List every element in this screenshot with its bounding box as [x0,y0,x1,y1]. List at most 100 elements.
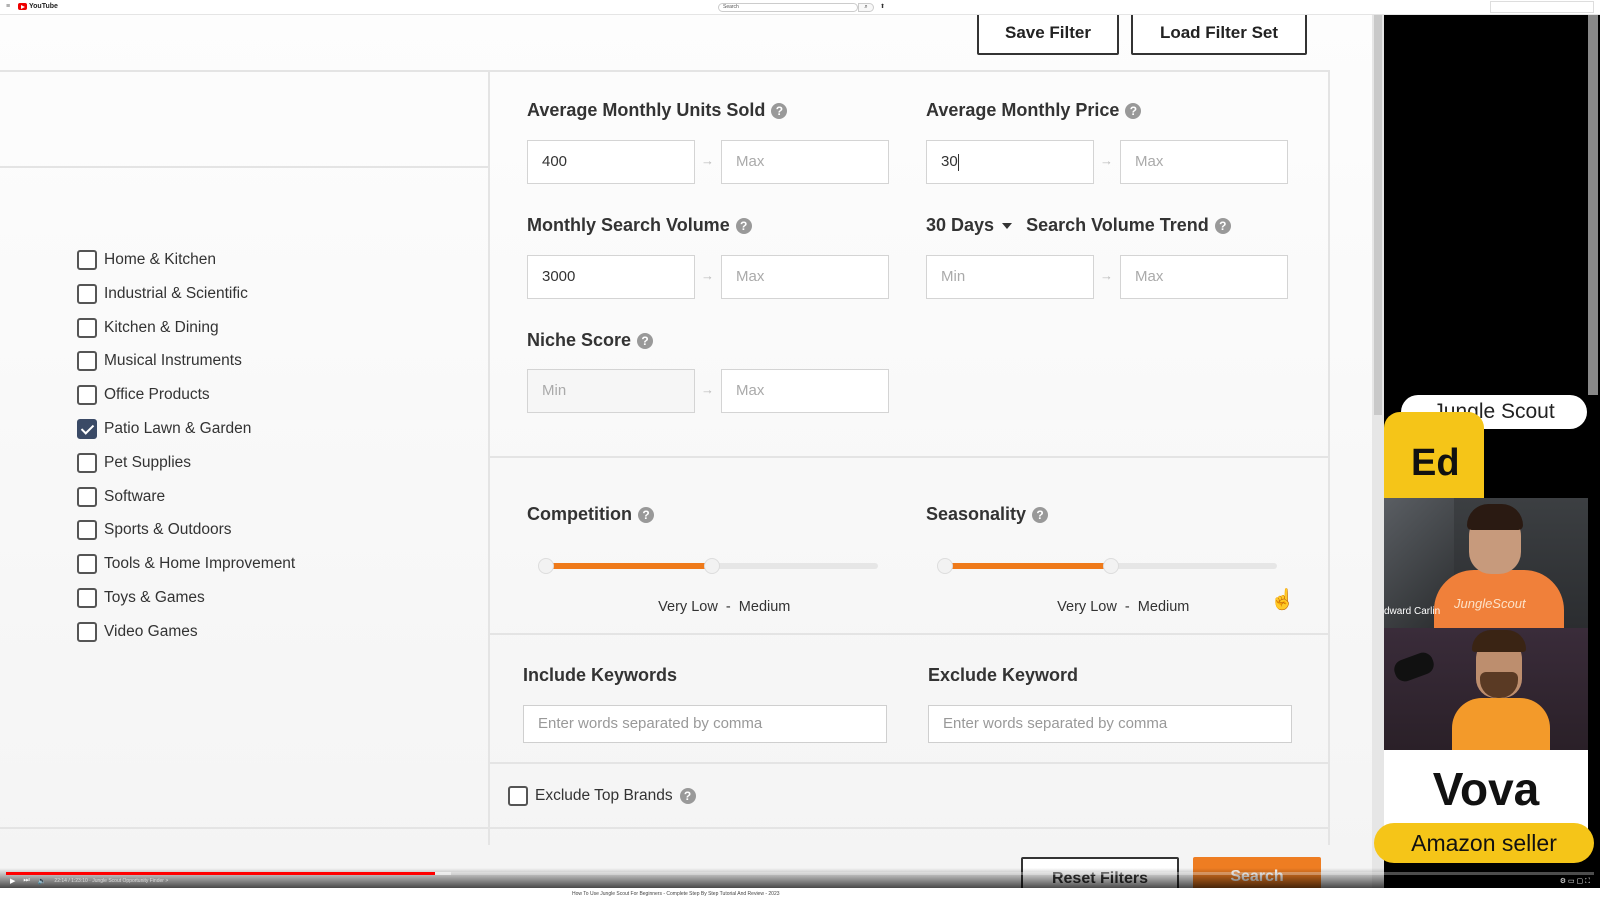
checkbox-icon[interactable] [77,283,97,304]
help-icon[interactable]: ? [771,102,788,119]
units-sold-max-input[interactable]: Max [721,140,889,184]
category-item[interactable]: Kitchen & Dining [77,317,219,339]
checkbox-icon[interactable] [77,351,97,372]
divider [490,762,1330,764]
filter-app: Save Filter Load Filter Set Home & Kitch… [0,15,1372,888]
niche-score-label: Niche Score ? [527,330,654,351]
category-item[interactable]: Musical Instruments [77,350,242,372]
search-volume-max-input[interactable]: Max [721,255,889,299]
category-item[interactable]: Video Games [77,621,198,643]
help-icon[interactable]: ? [1032,506,1049,523]
host-webcam: JungleScout dward Carlin [1384,498,1588,628]
checkbox-checked-icon[interactable] [77,419,97,439]
trend-period-value: 30 Days [926,215,995,235]
checkbox-icon[interactable] [77,554,97,575]
checkbox-icon[interactable] [77,588,97,608]
load-filter-set-button[interactable]: Load Filter Set [1131,15,1307,55]
trend-period-dropdown[interactable]: 30 Days [926,215,1020,236]
seasonality-sep: - [1124,599,1130,615]
search-icon[interactable]: ⌕ [858,3,874,12]
checkbox-icon[interactable] [508,786,528,806]
video-title: How To Use Jungle Scout For Beginners - … [572,891,780,897]
help-icon[interactable]: ? [637,332,654,349]
category-label: Patio Lawn & Garden [104,420,252,437]
header-right-area[interactable] [1490,1,1594,13]
exclude-top-brands-checkbox[interactable]: Exclude Top Brands ? [508,785,696,807]
competition-min-handle[interactable] [538,558,554,574]
category-label: Tools & Home Improvement [104,555,296,573]
units-sold-label: Average Monthly Units Sold ? [527,100,788,121]
next-icon[interactable]: ⏭ [23,877,29,885]
exclude-keyword-input[interactable]: Enter words separated by comma [928,705,1292,743]
include-keywords-input[interactable]: Enter words separated by comma [523,705,887,743]
help-icon[interactable]: ? [679,788,696,804]
checkbox-icon[interactable] [77,250,97,270]
seasonality-label-text: Seasonality [926,504,1027,524]
category-item[interactable]: Software [77,486,165,508]
checkbox-icon[interactable] [77,385,97,406]
price-min-input[interactable]: 30 [926,140,1094,184]
video-title-strip: How To Use Jungle Scout For Beginners - … [0,888,1600,900]
help-icon[interactable]: ? [1125,102,1142,119]
host-tag: Ed [1384,412,1484,502]
niche-score-min-input[interactable]: Min [527,369,695,413]
volume-icon[interactable]: 🔈 [38,877,47,885]
category-item[interactable]: Tools & Home Improvement [77,553,295,575]
trend-label: 30 Days Search Volume Trend ? [926,215,1231,236]
seasonality-max-handle[interactable] [1103,558,1119,574]
youtube-logo[interactable]: YouTube [18,3,58,10]
checkbox-icon[interactable] [77,520,97,541]
competition-max-handle[interactable] [704,558,720,574]
category-item[interactable]: Sports & Outdoors [77,519,232,541]
arrow-right-icon: → [1100,153,1113,168]
search-volume-label: Monthly Search Volume ? [527,215,752,236]
menu-icon[interactable]: ≡ [6,3,10,10]
arrow-right-icon: → [701,153,714,168]
niche-score-label-text: Niche Score [527,330,632,350]
help-icon[interactable]: ? [735,217,752,234]
scrollbar-thumb[interactable] [1374,15,1382,415]
seasonality-min-handle[interactable] [937,558,953,574]
host-hair [1467,504,1523,530]
youtube-search-input[interactable]: Search [718,3,858,12]
category-item[interactable]: Patio Lawn & Garden [77,418,251,440]
upload-icon[interactable]: ⬆ [880,3,885,10]
progress-bar[interactable] [6,872,1594,875]
checkbox-icon[interactable] [77,621,97,642]
price-max-input[interactable]: Max [1120,140,1288,184]
checkbox-icon[interactable] [77,486,97,507]
seasonality-high: Medium [1137,599,1190,615]
help-icon[interactable]: ? [638,506,654,523]
trend-min-input[interactable]: Min [926,255,1094,299]
search-volume-min-input[interactable]: 3000 [527,255,695,299]
competition-label-text: Competition [527,504,632,524]
seasonality-slider-fill [945,563,1111,569]
microphone-icon [1391,649,1437,685]
category-item[interactable]: Industrial & Scientific [77,283,248,305]
search-volume-label-text: Monthly Search Volume [527,215,730,235]
trend-max-input[interactable]: Max [1120,255,1288,299]
units-sold-min-input[interactable]: 400 [527,140,695,184]
play-icon[interactable]: ▶ [10,877,15,885]
checkbox-icon[interactable] [77,452,97,473]
category-label: Kitchen & Dining [104,318,219,336]
help-icon[interactable]: ? [1214,217,1231,234]
category-label: Pet Supplies [104,453,192,471]
video-player[interactable]: Save Filter Load Filter Set Home & Kitch… [0,15,1600,888]
competition-slider-fill [546,563,712,569]
checkbox-icon[interactable] [77,317,97,338]
guest-hair [1472,630,1526,652]
player-right-controls[interactable]: ⚙ ▭ ▢ ⛶ [1560,877,1590,886]
app-scrollbar[interactable] [1372,15,1384,888]
category-item[interactable]: Pet Supplies [77,452,191,474]
category-item[interactable]: Office Products [77,384,210,406]
niche-score-max-input[interactable]: Max [721,369,889,413]
time-display: 22:14 / 1:23:10 · Jungle Scout Opportuni… [54,878,169,884]
player-controls [0,868,1600,888]
player-left-controls: ▶ ⏭ 🔈 22:14 / 1:23:10 · Jungle Scout Opp… [10,877,168,885]
save-filter-button[interactable]: Save Filter [977,15,1119,55]
category-item[interactable]: Toys & Games [77,587,205,609]
category-item[interactable]: Home & Kitchen [77,249,216,271]
divider [490,456,1330,458]
text-caret [957,153,959,171]
